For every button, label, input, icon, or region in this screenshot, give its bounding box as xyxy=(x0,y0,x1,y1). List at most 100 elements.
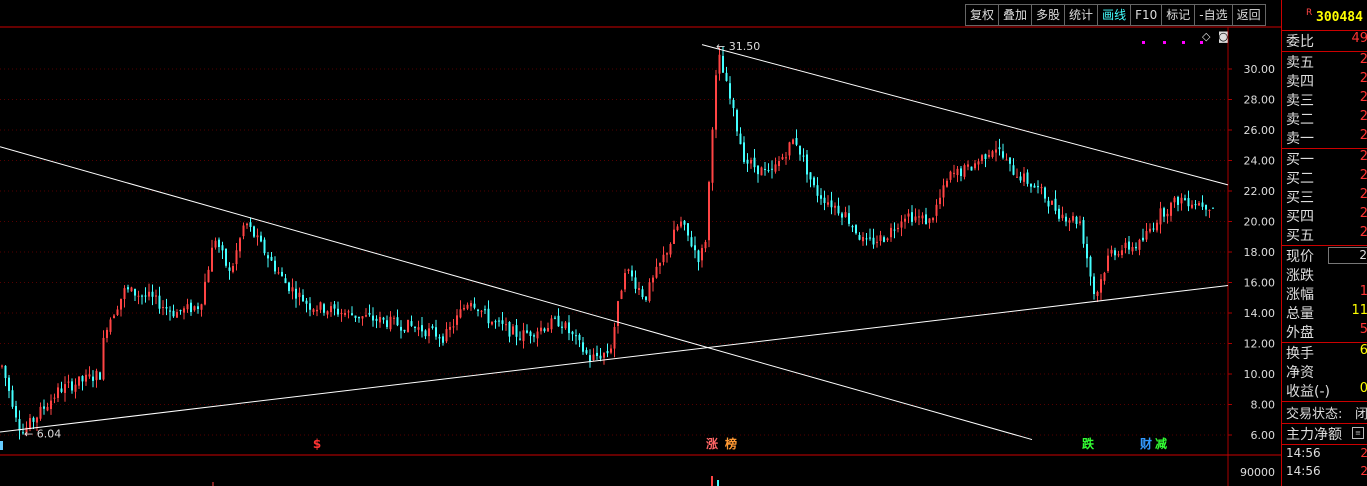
candle-body xyxy=(207,269,210,283)
candle-body xyxy=(1100,279,1102,293)
candle-body xyxy=(1114,250,1116,256)
event-marker: 财 xyxy=(1139,436,1152,451)
candle-body xyxy=(869,237,871,239)
candle-body xyxy=(183,308,185,313)
candle-body xyxy=(904,218,906,222)
sell-row[interactable]: 卖二 2 xyxy=(1284,109,1367,128)
candle-body xyxy=(137,295,140,297)
candle-body xyxy=(1135,246,1137,249)
remove-watchlist-button[interactable]: -自选 xyxy=(1195,4,1233,26)
candle-body xyxy=(438,337,441,339)
candle-body xyxy=(949,171,952,180)
buy-value: 2 xyxy=(1359,187,1367,202)
sell-row[interactable]: 卖五 2 xyxy=(1284,52,1367,71)
candle-body xyxy=(855,225,857,234)
stock-code-row[interactable]: R 300484 xyxy=(1282,2,1367,28)
restore-rights-button[interactable]: 复权 xyxy=(965,4,1000,26)
tick-time: 14:56 xyxy=(1286,446,1321,460)
sell-value: 2 xyxy=(1359,90,1367,105)
buy-row[interactable]: 买一 2 xyxy=(1284,149,1367,168)
candle-body xyxy=(214,240,217,248)
sell-value: 2 xyxy=(1359,71,1367,86)
multi-stock-button[interactable]: 多股 xyxy=(1032,4,1066,26)
list-icon[interactable]: ≡ xyxy=(1352,427,1364,439)
candle-body xyxy=(43,406,45,409)
candle-body xyxy=(393,317,395,319)
statistics-button[interactable]: 统计 xyxy=(1065,4,1099,26)
candle-body xyxy=(918,216,920,218)
candle-body xyxy=(169,310,171,312)
candle-body xyxy=(582,342,584,352)
buy-row[interactable]: 买二 2 xyxy=(1284,168,1367,187)
change-row: 涨跌 xyxy=(1284,265,1367,284)
buy-label: 买四 xyxy=(1286,209,1314,225)
candle-body xyxy=(302,294,304,302)
main-net-row[interactable]: 主力净额 ≡ xyxy=(1284,424,1367,443)
high-price-label: ← 31.50 xyxy=(716,40,760,53)
sell-row[interactable]: 卖三 2 xyxy=(1284,90,1367,109)
candle-body xyxy=(897,227,899,230)
buy-row[interactable]: 买三 2 xyxy=(1284,187,1367,206)
candle-body xyxy=(627,269,630,271)
candle-body xyxy=(928,218,931,223)
candle-body xyxy=(1205,204,1207,210)
y-tick-label: 10.00 xyxy=(1244,368,1276,381)
net-assets-row: 净资 xyxy=(1284,362,1367,381)
sell-row[interactable]: 卖一 2 xyxy=(1284,128,1367,147)
candle-body xyxy=(459,309,462,318)
kline-chart[interactable]: 30.00 28.00 26.00 24.00 22.00 20.00 18.00 16.00… xyxy=(0,0,1281,486)
event-marker: $ xyxy=(313,437,321,451)
diamond-icon: ◇ xyxy=(1202,30,1211,43)
candle-body xyxy=(1009,157,1011,164)
candle-body xyxy=(218,239,220,248)
candle-body xyxy=(932,218,934,221)
candle-body xyxy=(291,287,294,292)
candle-body xyxy=(1128,241,1130,250)
sell-value: 2 xyxy=(1359,128,1367,143)
candle-body xyxy=(844,212,847,218)
f10-button[interactable]: F10 xyxy=(1131,4,1163,26)
candle-body xyxy=(914,216,917,221)
candle-body xyxy=(550,318,553,330)
buy-row[interactable]: 买五 2 xyxy=(1284,225,1367,244)
candle-body xyxy=(837,205,840,214)
y-tick-label: 24.00 xyxy=(1244,155,1276,168)
candle-body xyxy=(708,182,710,241)
draw-line-button[interactable]: 画线 xyxy=(1098,4,1132,26)
tick-price: 2 xyxy=(1360,446,1367,460)
candle-body xyxy=(1012,165,1015,175)
buy-value: 2 xyxy=(1359,168,1367,183)
turnover-value: 6 xyxy=(1359,343,1367,358)
candle-body xyxy=(1054,198,1057,211)
candle-body xyxy=(638,288,640,290)
back-button[interactable]: 返回 xyxy=(1232,4,1266,26)
candle-body xyxy=(74,384,77,392)
low-price-label: ← 6.04 xyxy=(24,427,61,440)
candle-body xyxy=(557,315,560,327)
candle-body xyxy=(694,245,696,251)
candle-body xyxy=(36,417,38,423)
buy-row[interactable]: 买四 2 xyxy=(1284,206,1367,225)
candle-body xyxy=(113,315,115,319)
candle-body xyxy=(452,326,455,328)
candle-body xyxy=(1061,214,1064,219)
y-tick-label: 20.00 xyxy=(1244,216,1276,229)
candle-body xyxy=(774,164,777,172)
candle-body xyxy=(421,325,423,332)
candle-body xyxy=(606,351,609,354)
candle-body xyxy=(498,320,500,322)
candle-body xyxy=(781,157,784,160)
candle-body xyxy=(508,321,511,337)
candle-body xyxy=(484,309,486,311)
candle-body xyxy=(858,235,861,240)
candle-body xyxy=(1198,203,1200,206)
overlay-button[interactable]: 叠加 xyxy=(999,4,1033,26)
candle-body xyxy=(977,161,980,165)
mark-button[interactable]: 标记 xyxy=(1162,4,1196,26)
candle-body xyxy=(1030,183,1032,187)
candle-body xyxy=(1152,228,1155,230)
candle-body xyxy=(414,326,416,328)
wei-bi-label: 委比 xyxy=(1286,34,1314,50)
candle-body xyxy=(540,327,542,332)
sell-row[interactable]: 卖四 2 xyxy=(1284,71,1367,90)
